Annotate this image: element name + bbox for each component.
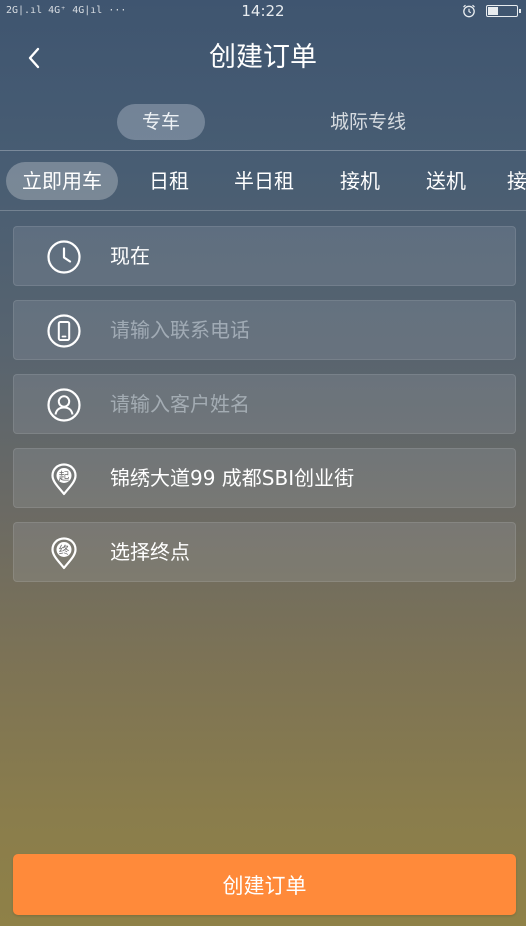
time-value: 现在 bbox=[110, 244, 150, 268]
clock-icon bbox=[47, 240, 81, 274]
start-location-field[interactable]: 起 锦绣大道99 成都SBI创业街 bbox=[13, 448, 516, 508]
status-time: 14:22 bbox=[241, 2, 285, 20]
status-icons bbox=[462, 3, 521, 19]
user-icon bbox=[47, 388, 81, 422]
start-pin-label: 起 bbox=[59, 471, 70, 483]
alarm-icon bbox=[463, 4, 475, 18]
tab-intercity[interactable]: 城际专线 bbox=[300, 104, 436, 140]
name-input[interactable]: 请输入客户姓名 bbox=[110, 375, 250, 433]
phone-field[interactable]: 请输入联系电话 bbox=[13, 300, 516, 360]
tab-more-partial[interactable]: 接 bbox=[502, 162, 526, 200]
status-bar: 2G|.ıl 4G⁺ 4G|ıl ··· 14:22 bbox=[0, 0, 526, 24]
end-location-field[interactable]: 终 选择终点 bbox=[13, 522, 516, 582]
end-location-value: 选择终点 bbox=[110, 540, 190, 564]
end-pin-icon: 终 bbox=[51, 537, 77, 570]
name-field[interactable]: 请输入客户姓名 bbox=[13, 374, 516, 434]
phone-input[interactable]: 请输入联系电话 bbox=[110, 301, 250, 359]
tab-immediate[interactable]: 立即用车 bbox=[6, 162, 118, 200]
divider bbox=[0, 210, 526, 211]
tab-daily-rental[interactable]: 日租 bbox=[140, 162, 198, 200]
order-type-tabs: 立即用车 日租 半日租 接机 送机 接 bbox=[0, 162, 526, 202]
tab-airport-pickup[interactable]: 接机 bbox=[330, 162, 390, 200]
end-pin-label: 终 bbox=[59, 544, 70, 557]
service-type-tabs: 专车 城际专线 bbox=[0, 104, 526, 142]
start-pin-icon: 起 bbox=[51, 463, 77, 496]
header: 创建订单 bbox=[0, 30, 526, 86]
tab-special-car[interactable]: 专车 bbox=[117, 104, 205, 140]
page-title: 创建订单 bbox=[209, 42, 317, 73]
start-location-value: 锦绣大道99 成都SBI创业街 bbox=[110, 466, 355, 490]
phone-icon bbox=[47, 314, 81, 348]
tab-half-day-rental[interactable]: 半日租 bbox=[224, 162, 304, 200]
divider bbox=[0, 150, 526, 151]
create-order-button[interactable]: 创建订单 bbox=[13, 854, 516, 915]
tab-airport-dropoff[interactable]: 送机 bbox=[416, 162, 476, 200]
battery-icon bbox=[486, 5, 521, 17]
time-field[interactable]: 现在 bbox=[13, 226, 516, 286]
